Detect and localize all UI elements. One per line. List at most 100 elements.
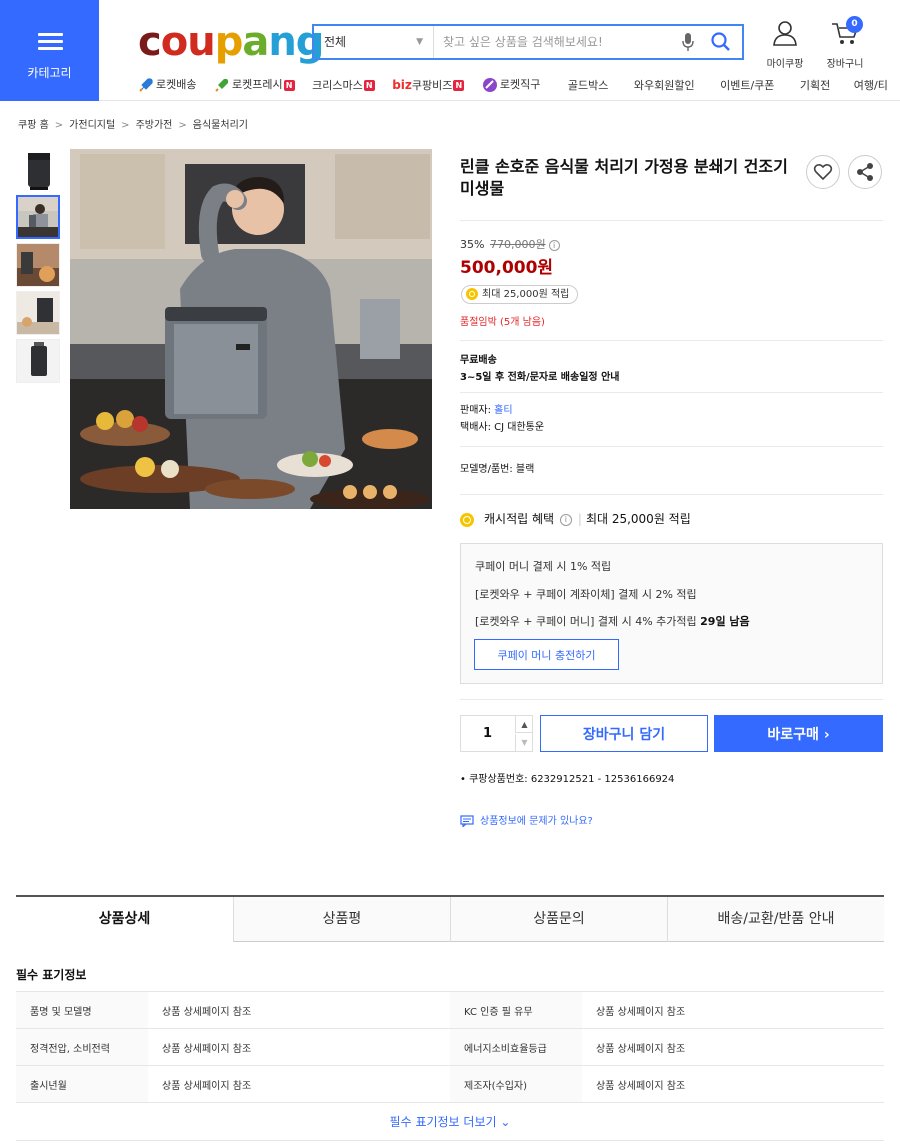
divider [460, 699, 883, 700]
search-input[interactable] [435, 26, 675, 58]
shipping-detail: 3~5일 후 전화/문자로 배송일정 안내 [460, 372, 620, 383]
seller-info: 판매자: 홀티 택배사: CJ 대한통운 [460, 405, 545, 433]
quantity-input[interactable]: 1 [461, 716, 514, 751]
table-row: 출시년월 상품 상세페이지 참조 제조자(수입자) 상품 상세페이지 참조 [16, 1065, 884, 1103]
divider [460, 392, 883, 393]
my-coupang-label: 마이쿠팡 [766, 59, 804, 70]
shipping-title: 무료배송 [460, 355, 497, 366]
quantity-decrease-button[interactable]: ▼ [515, 734, 533, 751]
search-bar: 전체 ▼ [312, 24, 744, 60]
my-coupang-button[interactable]: 마이쿠팡 [762, 20, 808, 70]
divider [460, 494, 883, 495]
new-badge: N [453, 80, 465, 91]
cart-button[interactable]: 0 장바구니 [820, 16, 870, 70]
new-badge: N [283, 79, 295, 91]
coupay-benefits: 쿠페이 머니 결제 시 1% 적립 [로켓와우 + 쿠페이 계좌이체] 결제 시… [460, 543, 883, 684]
quantity-stepper: 1 ▲ ▼ [460, 715, 533, 752]
hamburger-icon [38, 33, 63, 51]
nav-christmas[interactable]: 크리스마스 N [312, 77, 375, 93]
nav-goldbox[interactable]: 골드박스 [568, 77, 608, 93]
user-icon [773, 21, 797, 46]
discount-rate: 35% [460, 238, 485, 251]
dropdown-arrow-icon: ▼ [416, 37, 423, 47]
coin-icon [466, 288, 478, 300]
nav-exhibitions[interactable]: 기획전 [800, 77, 830, 93]
coupay-charge-button[interactable]: 쿠페이 머니 충전하기 [474, 639, 619, 670]
share-button[interactable] [848, 155, 882, 189]
coupang-logo[interactable]: coupang [138, 18, 324, 66]
product-thumbnail[interactable] [16, 291, 60, 335]
cart-label: 장바구니 [826, 59, 864, 70]
nav-travel[interactable]: 여행/티 [854, 77, 888, 93]
nav-rocket-delivery[interactable]: 로켓배송 [138, 76, 196, 93]
nav-events-coupons[interactable]: 이벤트/쿠폰 [720, 77, 774, 93]
table-row: 품명 및 모델명 상품 상세페이지 참조 KC 인증 필 유무 상품 상세페이지 참… [16, 991, 884, 1029]
nav-wow-discount[interactable]: 와우회원할인 [634, 77, 695, 93]
coin-icon [460, 512, 474, 527]
category-menu-button[interactable]: 카테고리 [0, 0, 99, 101]
courier-info: 택배사: CJ 대한통운 [460, 422, 545, 433]
required-info-more-button[interactable]: 필수 표기정보 더보기 ⌄ [16, 1103, 884, 1141]
seller-link[interactable]: 홀티 [494, 405, 512, 416]
heart-icon [813, 163, 833, 181]
nav-rocket-fresh[interactable]: 로켓프레시 N [214, 76, 295, 93]
sale-price: 500,000원 [460, 258, 554, 278]
add-to-cart-button[interactable]: 장바구니 담기 [540, 715, 708, 752]
rocket-fresh-icon [215, 78, 229, 92]
info-icon[interactable]: i [548, 239, 560, 251]
breadcrumb: 쿠팡 홈 > 가전디지털 > 주방가전 > 음식물처리기 [18, 120, 248, 131]
rocket-global-icon [482, 78, 497, 92]
original-price: 770,000원 [489, 238, 546, 251]
required-info-table: 품명 및 모델명 상품 상세페이지 참조 KC 인증 필 유무 상품 상세페이지 참… [16, 991, 884, 1103]
buy-now-button[interactable]: 바로구매 › [714, 715, 883, 752]
comment-icon [460, 815, 474, 827]
quantity-increase-button[interactable]: ▲ [515, 716, 533, 733]
microphone-icon[interactable] [680, 32, 696, 52]
chevron-down-icon: ⌄ [500, 1115, 511, 1129]
global-nav: 로켓배송 로켓프레시 N 크리스마스 N biz쿠팡비즈 N 로켓직구 골드박스 와우… [138, 76, 900, 96]
breadcrumb-item[interactable]: 쿠팡 홈 [18, 120, 49, 131]
tab-shipping-returns[interactable]: 배송/교환/반품 안내 [667, 897, 884, 942]
table-row: 정격전압, 소비전력 상품 상세페이지 참조 에너지소비효율등급 상품 상세페이지 … [16, 1028, 884, 1066]
product-thumbnail-selected[interactable] [16, 195, 60, 239]
benefit-line: [로켓와우 + 쿠페이 계좌이체] 결제 시 2% 적립 [475, 588, 697, 601]
divider [460, 446, 883, 447]
required-info-title: 필수 표기정보 [16, 968, 87, 982]
breadcrumb-item[interactable]: 가전디지털 [69, 120, 115, 131]
report-product-info-link[interactable]: 상품정보에 문제가 있나요? [460, 812, 593, 827]
share-icon [857, 163, 873, 181]
shipping-info: 무료배송 3~5일 후 전화/문자로 배송일정 안내 [460, 352, 619, 386]
benefit-line: [로켓와우 + 쿠페이 머니] 결제 시 4% 추가적립 29일 남음 [475, 615, 750, 628]
tab-product-detail[interactable]: 상품상세 [16, 897, 233, 942]
cash-reward: 캐시적립 혜택 i | 최대 25,000원 적립 [460, 510, 691, 527]
benefit-line: 쿠페이 머니 결제 시 1% 적립 [475, 560, 612, 573]
product-title: 린클 손호준 음식물 처리기 가정용 분쇄기 건조기 미생물 [460, 157, 788, 198]
discount-info: 35% 770,000원 i [460, 236, 560, 252]
product-number: • 쿠팡상품번호: 6232912521 - 12536166924 [460, 774, 675, 785]
chevron-right-icon: › [823, 726, 830, 743]
search-category-select[interactable]: 전체 ▼ [314, 26, 434, 58]
nav-coupang-biz[interactable]: biz쿠팡비즈 N [392, 77, 465, 93]
divider [460, 220, 883, 221]
stock-warning: 품절임박 (5개 남음) [460, 317, 545, 328]
breadcrumb-item[interactable]: 주방가전 [136, 120, 173, 131]
wishlist-button[interactable] [806, 155, 840, 189]
product-thumbnail[interactable] [16, 149, 60, 193]
tab-reviews[interactable]: 상품평 [233, 897, 450, 942]
category-label: 카테고리 [27, 66, 72, 80]
product-thumbnail[interactable] [16, 339, 60, 383]
rocket-icon [139, 78, 153, 92]
product-tabs: 상품상세 상품평 상품문의 배송/교환/반품 안내 [16, 895, 884, 942]
search-icon[interactable] [708, 30, 734, 54]
product-main-image [70, 149, 432, 509]
info-icon[interactable]: i [559, 513, 572, 526]
nav-rocket-global[interactable]: 로켓직구 [482, 76, 540, 93]
reward-badge: 최대 25,000원 적립 [461, 285, 579, 304]
new-badge: N [363, 80, 375, 91]
model-info: 모델명/품번: 블랙 [460, 464, 535, 475]
tab-qna[interactable]: 상품문의 [450, 897, 667, 942]
cart-count-badge: 0 [846, 16, 863, 33]
breadcrumb-item[interactable]: 음식물처리기 [193, 120, 248, 131]
header: 카테고리 coupang 전체▼ 마이쿠팡 0 장바구니 로켓배송 로켓프레시N… [0, 0, 900, 101]
product-thumbnail[interactable] [16, 243, 60, 287]
